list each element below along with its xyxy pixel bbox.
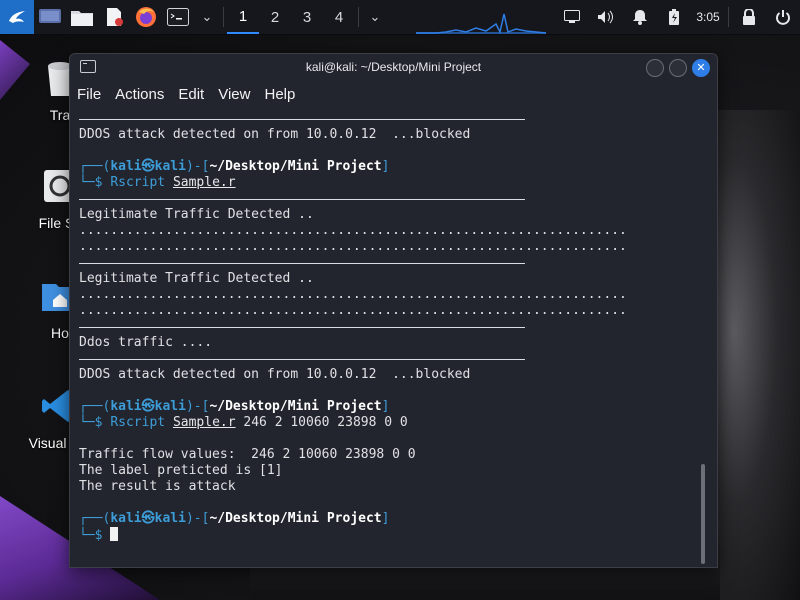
command-program: Rscript xyxy=(110,415,166,430)
prompt-line: ┌──(kali㉿kali)-[~/Desktop/Mini Project] xyxy=(79,399,389,415)
prompt-part: ┌──( xyxy=(79,159,111,174)
taskbar-separator xyxy=(358,7,359,27)
prompt-host: kali xyxy=(154,399,186,414)
lock-icon[interactable] xyxy=(732,0,766,34)
prompt-part: └─$ xyxy=(79,175,111,190)
terminal-output[interactable]: DDOS attack detected on from 10.0.0.12 .… xyxy=(70,110,700,567)
close-button[interactable]: ✕ xyxy=(692,59,710,77)
taskbar-separator xyxy=(728,7,729,27)
command-line: └─$ Rscript Sample.r xyxy=(79,175,236,191)
output-rule xyxy=(79,199,525,200)
command-file: Sample.r xyxy=(172,415,236,430)
prompt-part: ] xyxy=(381,399,390,414)
prompt-line: ┌──(kali㉿kali)-[~/Desktop/Mini Project] xyxy=(79,511,389,527)
prompt-part: ┌──( xyxy=(79,511,111,526)
prompt-host: kali xyxy=(154,511,186,526)
command-line: └─$ xyxy=(79,527,119,543)
firefox-icon[interactable] xyxy=(130,0,162,34)
prompt-part: ] xyxy=(381,511,390,526)
output-line: ........................................… xyxy=(79,287,627,302)
output-line: DDOS attack detected on from 10.0.0.12 .… xyxy=(79,127,471,142)
menu-help[interactable]: Help xyxy=(264,86,295,103)
prompt-part: ㉿ xyxy=(141,399,155,414)
workspace-3[interactable]: 3 xyxy=(291,0,323,34)
prompt-path: ~/Desktop/Mini Project xyxy=(209,399,382,414)
prompt-user: kali xyxy=(110,511,142,526)
workspace-4[interactable]: 4 xyxy=(323,0,355,34)
battery-icon[interactable] xyxy=(657,0,691,34)
menu-file[interactable]: File xyxy=(77,86,101,103)
terminal-icon[interactable] xyxy=(162,0,194,34)
scrollbar[interactable] xyxy=(701,464,705,564)
taskbar: ⌄ 1 2 3 4 ⌄ 3:05 xyxy=(0,0,800,35)
output-line: Ddos traffic .... xyxy=(79,335,213,350)
window-title: kali@kali: ~/Desktop/Mini Project xyxy=(305,60,482,74)
clock[interactable]: 3:05 xyxy=(691,0,725,34)
workspace-1[interactable]: 1 xyxy=(227,0,259,34)
prompt-part: )-[ xyxy=(185,159,210,174)
file-manager-icon[interactable] xyxy=(66,0,98,34)
prompt-part: ㉿ xyxy=(141,159,155,174)
output-rule xyxy=(79,263,525,264)
menu-edit[interactable]: Edit xyxy=(178,86,204,103)
chevron-down-icon[interactable]: ⌄ xyxy=(362,0,388,34)
prompt-host: kali xyxy=(154,159,186,174)
command-line: └─$ Rscript Sample.r 246 2 10060 23898 0… xyxy=(79,415,408,431)
power-icon[interactable] xyxy=(766,0,800,34)
terminal-window[interactable]: kali@kali: ~/Desktop/Mini Project ✕ File… xyxy=(69,53,718,568)
show-desktop-icon[interactable] xyxy=(34,0,66,34)
output-rule xyxy=(79,327,525,328)
window-titlebar[interactable]: kali@kali: ~/Desktop/Mini Project ✕ xyxy=(70,54,717,80)
menu-view[interactable]: View xyxy=(218,86,250,103)
maximize-button[interactable] xyxy=(669,59,687,77)
prompt-part: └─$ xyxy=(79,415,111,430)
output-rule xyxy=(79,359,525,360)
menu-actions[interactable]: Actions xyxy=(115,86,164,103)
prompt-line: ┌──(kali㉿kali)-[~/Desktop/Mini Project] xyxy=(79,159,389,175)
output-rule xyxy=(79,119,525,120)
prompt-path: ~/Desktop/Mini Project xyxy=(209,511,382,526)
output-line: Traffic flow values: 246 2 10060 23898 0… xyxy=(79,447,416,462)
prompt-part: ] xyxy=(381,159,390,174)
prompt-part: )-[ xyxy=(185,399,210,414)
prompt-user: kali xyxy=(110,399,142,414)
notification-bell-icon[interactable] xyxy=(623,0,657,34)
prompt-part: └─$ xyxy=(79,528,111,543)
text-cursor xyxy=(110,527,119,541)
prompt-path: ~/Desktop/Mini Project xyxy=(209,159,382,174)
output-line: Legitimate Traffic Detected .. xyxy=(79,207,314,222)
prompt-part: ┌──( xyxy=(79,399,111,414)
command-file: Sample.r xyxy=(172,175,236,190)
command-program: Rscript xyxy=(110,175,166,190)
prompt-part: ㉿ xyxy=(141,511,155,526)
cpu-graph-icon xyxy=(416,13,546,34)
network-icon[interactable] xyxy=(555,0,589,34)
workspace-2[interactable]: 2 xyxy=(259,0,291,34)
output-line: ........................................… xyxy=(79,239,627,254)
prompt-user: kali xyxy=(110,159,142,174)
text-editor-icon[interactable] xyxy=(98,0,130,34)
prompt-part: )-[ xyxy=(185,511,210,526)
output-line: Legitimate Traffic Detected .. xyxy=(79,271,314,286)
taskbar-separator xyxy=(223,7,224,27)
output-line: The result is attack xyxy=(79,479,236,494)
command-args: 246 2 10060 23898 0 0 xyxy=(235,415,408,430)
kali-menu-icon[interactable] xyxy=(0,0,34,34)
output-line: ........................................… xyxy=(79,223,627,238)
minimize-button[interactable] xyxy=(646,59,664,77)
volume-icon[interactable] xyxy=(589,0,623,34)
output-line: The label preticted is [1] xyxy=(79,463,283,478)
menu-bar: File Actions Edit View Help xyxy=(70,80,717,108)
system-tray: 3:05 xyxy=(555,0,800,34)
output-line: ........................................… xyxy=(79,303,627,318)
output-line: DDOS attack detected on from 10.0.0.12 .… xyxy=(79,367,471,382)
chevron-down-icon[interactable]: ⌄ xyxy=(194,0,220,34)
